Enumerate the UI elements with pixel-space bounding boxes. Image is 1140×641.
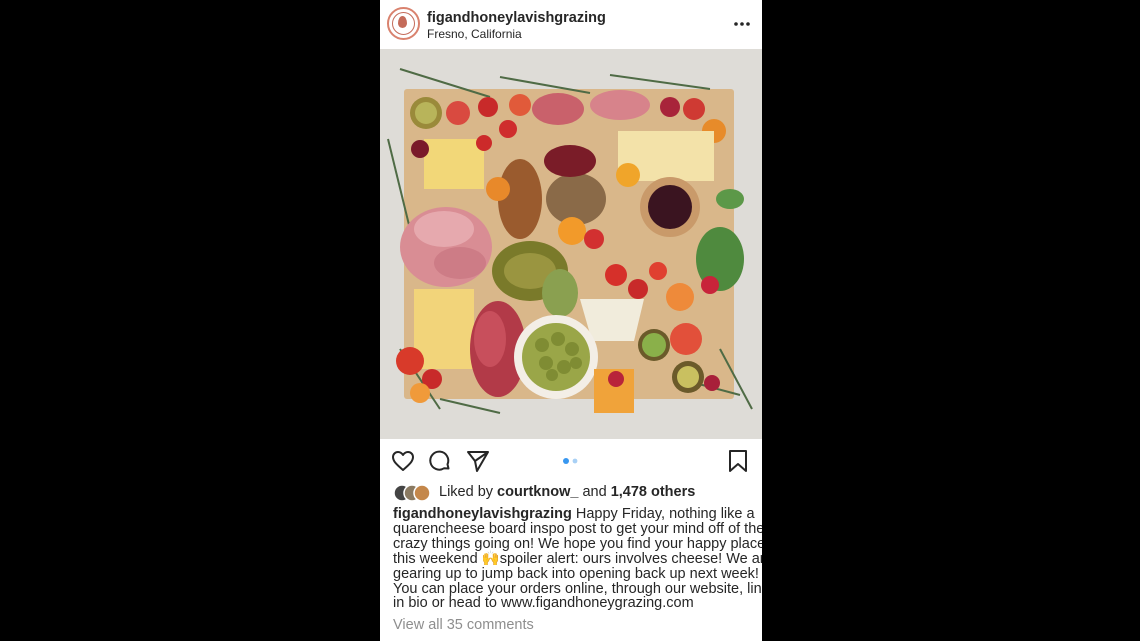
raised-hands-emoji: 🙌	[481, 550, 500, 567]
liker-avatars[interactable]	[393, 484, 435, 502]
honey-drop-icon	[398, 16, 407, 28]
instagram-post: figandhoneylavishgrazing Fresno, Califor…	[380, 0, 762, 641]
caption: figandhoneylavishgrazing Happy Friday, n…	[393, 506, 762, 612]
caption-line: in bio or head to www.figandhoneygrazing…	[393, 595, 694, 612]
likes-row: Liked by courtknow_ and 1,478 others	[393, 483, 753, 503]
likes-text: Liked by courtknow_ and 1,478 others	[439, 484, 695, 500]
share-icon[interactable]	[466, 449, 490, 473]
heart-icon[interactable]	[391, 449, 415, 473]
likes-prefix: Liked by	[439, 484, 494, 500]
post-photo[interactable]	[380, 49, 762, 439]
caption-line: gearing up to jump back into opening bac…	[393, 565, 759, 582]
caption-line: this weekend	[393, 550, 478, 567]
caption-line: You can place your orders online, throug…	[393, 580, 762, 597]
liker-username[interactable]: courtknow_	[497, 484, 578, 500]
post-username[interactable]: figandhoneylavishgrazing	[427, 10, 606, 26]
caption-line: quarencheese board inspo post to get you…	[393, 520, 762, 537]
caption-line: spoiler alert: ours involves cheese! We …	[499, 550, 762, 567]
post-location[interactable]: Fresno, California	[427, 27, 522, 41]
carousel-dot-active	[563, 458, 569, 464]
post-header: figandhoneylavishgrazing Fresno, Califor…	[380, 0, 762, 49]
view-all-comments-link[interactable]: View all 35 comments	[393, 617, 534, 633]
more-options-icon[interactable]	[732, 14, 752, 34]
bookmark-icon[interactable]	[726, 449, 750, 473]
carousel-indicator	[563, 458, 578, 464]
avatar[interactable]	[387, 7, 420, 40]
comment-icon[interactable]	[428, 449, 452, 473]
carousel-dot	[572, 458, 578, 464]
caption-line: Happy Friday, nothing like a	[575, 506, 755, 522]
likes-joiner: and	[582, 484, 607, 500]
caption-line: crazy things going on! We hope you find …	[393, 535, 762, 552]
caption-username[interactable]: figandhoneylavishgrazing	[393, 506, 572, 522]
likes-count[interactable]: 1,478 others	[611, 484, 696, 500]
